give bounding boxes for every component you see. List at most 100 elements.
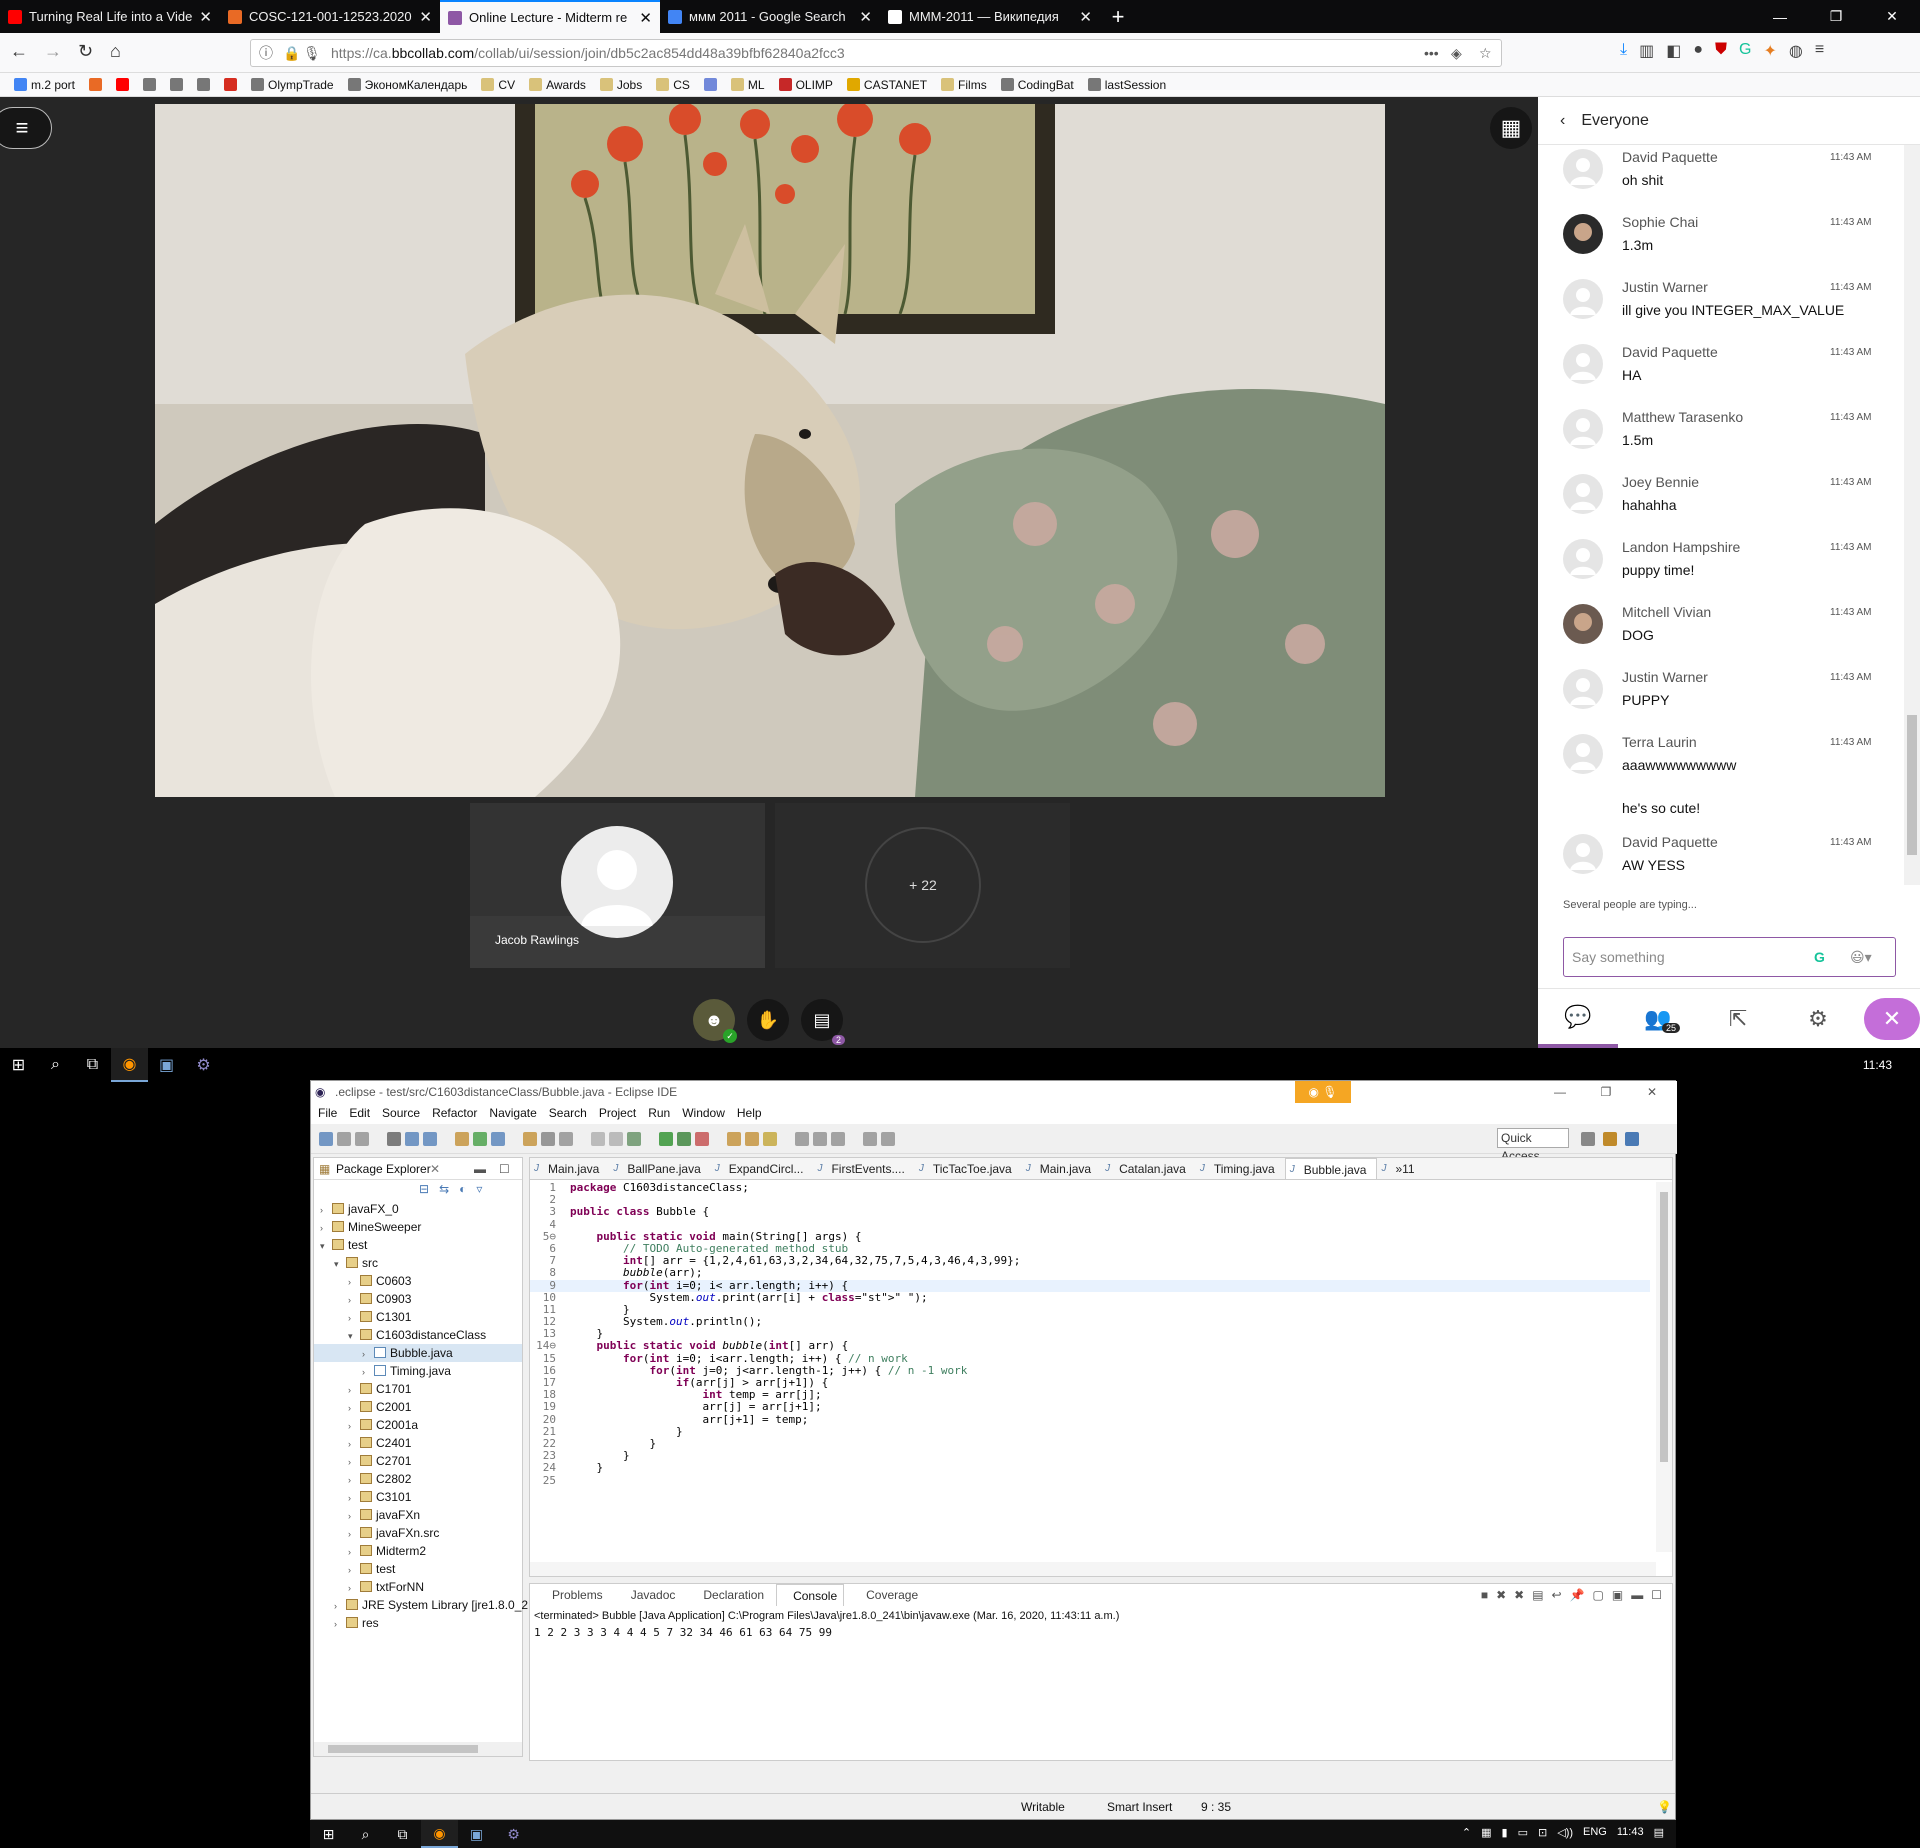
expand-arrow-icon[interactable]: ›: [348, 1435, 360, 1453]
quick-access-field[interactable]: Quick Access: [1497, 1128, 1569, 1163]
link-icon[interactable]: [763, 1132, 777, 1146]
tree-item[interactable]: › C0603: [314, 1272, 522, 1290]
link-editor-icon[interactable]: ⇆: [439, 1182, 449, 1196]
java-perspective-icon[interactable]: [1603, 1132, 1617, 1146]
tree-item[interactable]: › test: [314, 1560, 522, 1578]
expand-arrow-icon[interactable]: ›: [348, 1417, 360, 1435]
open-task-icon[interactable]: [523, 1132, 537, 1146]
bookmark-item[interactable]: [197, 78, 211, 91]
perspective-icon[interactable]: [1581, 1132, 1595, 1146]
build-icon[interactable]: [627, 1132, 641, 1146]
eclipse-minimize-button[interactable]: —: [1537, 1081, 1583, 1103]
run-last-icon[interactable]: [455, 1132, 469, 1146]
debug-perspective-icon[interactable]: [1625, 1132, 1639, 1146]
console-tab-coverage[interactable]: Coverage: [850, 1584, 924, 1606]
expand-arrow-icon[interactable]: ›: [334, 1615, 346, 1633]
eclipse-restore-button[interactable]: ❐: [1583, 1081, 1629, 1103]
tree-item[interactable]: › txtForNN: [314, 1578, 522, 1596]
editor-tab[interactable]: Main.java: [530, 1158, 609, 1180]
more-participants-tile[interactable]: + 22: [775, 803, 1070, 968]
expand-arrow-icon[interactable]: ›: [348, 1471, 360, 1489]
tray-storage-icon[interactable]: ▮: [1502, 1826, 1508, 1839]
tab-close-icon[interactable]: ✕: [419, 8, 432, 26]
tab-close-icon[interactable]: ✕: [639, 9, 652, 27]
expand-arrow-icon[interactable]: ›: [348, 1399, 360, 1417]
tree-hscrollbar[interactable]: [314, 1742, 522, 1756]
raise-hand-button[interactable]: ✋: [747, 999, 789, 1041]
collapse-all-icon[interactable]: ⊟: [419, 1182, 429, 1196]
display-console-icon[interactable]: ▢: [1593, 1588, 1604, 1602]
expand-arrow-icon[interactable]: ›: [348, 1543, 360, 1561]
page-actions-icon[interactable]: •••: [1424, 40, 1439, 66]
next-edit-icon[interactable]: [795, 1132, 809, 1146]
bookmark-item[interactable]: m.2 port: [14, 78, 75, 92]
menu-project[interactable]: Project: [599, 1103, 636, 1124]
editor-vscrollbar[interactable]: [1656, 1182, 1672, 1552]
back-icon[interactable]: ←: [10, 41, 28, 62]
menu-refactor[interactable]: Refactor: [432, 1103, 477, 1124]
library-icon[interactable]: ▥: [1639, 41, 1654, 61]
external-tool-icon[interactable]: [695, 1132, 709, 1146]
editor-tab[interactable]: FirstEvents....: [813, 1158, 914, 1180]
bookmark-item[interactable]: CASTANET: [846, 78, 927, 92]
chat-scrollbar[interactable]: [1904, 145, 1920, 885]
tray-language[interactable]: ENG: [1583, 1826, 1607, 1839]
console-tab-problems[interactable]: Problems: [536, 1584, 609, 1606]
editor-tab[interactable]: Catalan.java: [1101, 1158, 1196, 1180]
menu-source[interactable]: Source: [382, 1103, 420, 1124]
scrollbar-thumb[interactable]: [1907, 715, 1917, 855]
bookmark-item[interactable]: lastSession: [1087, 78, 1166, 92]
tree-item[interactable]: › Midterm2: [314, 1542, 522, 1560]
tab-close-icon[interactable]: ✕: [1079, 8, 1092, 26]
remote-desktop-taskbar-icon[interactable]: ▣: [148, 1048, 185, 1082]
open-file-icon[interactable]: [727, 1132, 741, 1146]
tree-item[interactable]: › C2701: [314, 1452, 522, 1470]
bookmark-item[interactable]: [703, 78, 717, 91]
forward-icon[interactable]: [863, 1132, 877, 1146]
terminal-icon[interactable]: [491, 1132, 505, 1146]
tray-volume-icon[interactable]: ◁)): [1557, 1826, 1573, 1839]
open-console-icon[interactable]: ▣: [1612, 1588, 1623, 1602]
eclipse-taskbar-icon[interactable]: ⚙: [495, 1820, 532, 1848]
expand-arrow-icon[interactable]: ▾: [348, 1327, 360, 1345]
view-menu-icon[interactable]: ▿: [476, 1182, 482, 1196]
run-tool-icon[interactable]: [659, 1132, 673, 1146]
menu-run[interactable]: Run: [648, 1103, 670, 1124]
back-icon[interactable]: [831, 1132, 845, 1146]
tree-item[interactable]: › C1301: [314, 1308, 522, 1326]
expand-arrow-icon[interactable]: ›: [348, 1381, 360, 1399]
bookmark-item[interactable]: CS: [656, 78, 690, 92]
annotation-icon[interactable]: [559, 1132, 573, 1146]
scroll-lock-icon[interactable]: ▤: [1532, 1588, 1543, 1602]
scrollbar-thumb[interactable]: [1660, 1192, 1668, 1462]
minimize-view-icon[interactable]: ▬: [474, 1158, 486, 1180]
home-icon[interactable]: ⌂: [110, 41, 121, 62]
menu-navigate[interactable]: Navigate: [489, 1103, 536, 1124]
tree-item[interactable]: › C1701: [314, 1380, 522, 1398]
close-button[interactable]: ✕: [1864, 0, 1920, 33]
grammarly-icon[interactable]: G: [1739, 41, 1751, 61]
maximize-view-icon[interactable]: ☐: [1651, 1588, 1662, 1602]
bookmark-star-icon[interactable]: ☆: [1479, 40, 1492, 66]
expand-arrow-icon[interactable]: ›: [320, 1219, 332, 1237]
code-area[interactable]: 1 package C1603distanceClass; 2 3 public cla…: [530, 1181, 1650, 1552]
firefox-taskbar-icon[interactable]: ◉: [421, 1820, 458, 1848]
expand-arrow-icon[interactable]: ›: [362, 1345, 374, 1363]
firefox-taskbar-icon[interactable]: ◉: [111, 1048, 148, 1082]
tray-chevron-icon[interactable]: ⌃: [1462, 1826, 1471, 1839]
close-view-icon[interactable]: ✕: [430, 1158, 440, 1180]
editor-tab[interactable]: ExpandCircl...: [711, 1158, 814, 1180]
save-all-icon[interactable]: [355, 1132, 369, 1146]
bookmark-item[interactable]: [89, 78, 103, 91]
editor-tab[interactable]: BallPane.java: [609, 1158, 710, 1180]
profile-icon[interactable]: [387, 1132, 401, 1146]
chat-input[interactable]: Say something G 😃▾: [1563, 937, 1896, 977]
notifications-icon[interactable]: ▤: [1654, 1826, 1664, 1839]
chat-tab-icon[interactable]: 💬: [1538, 989, 1618, 1048]
tree-item[interactable]: › JRE System Library [jre1.8.0_2: [314, 1596, 528, 1614]
chevron-left-icon[interactable]: ‹: [1560, 112, 1565, 130]
search-icon[interactable]: ⌕: [347, 1820, 384, 1848]
menu-help[interactable]: Help: [737, 1103, 762, 1124]
expand-arrow-icon[interactable]: ›: [348, 1309, 360, 1327]
bookmark-item[interactable]: Films: [941, 78, 987, 92]
